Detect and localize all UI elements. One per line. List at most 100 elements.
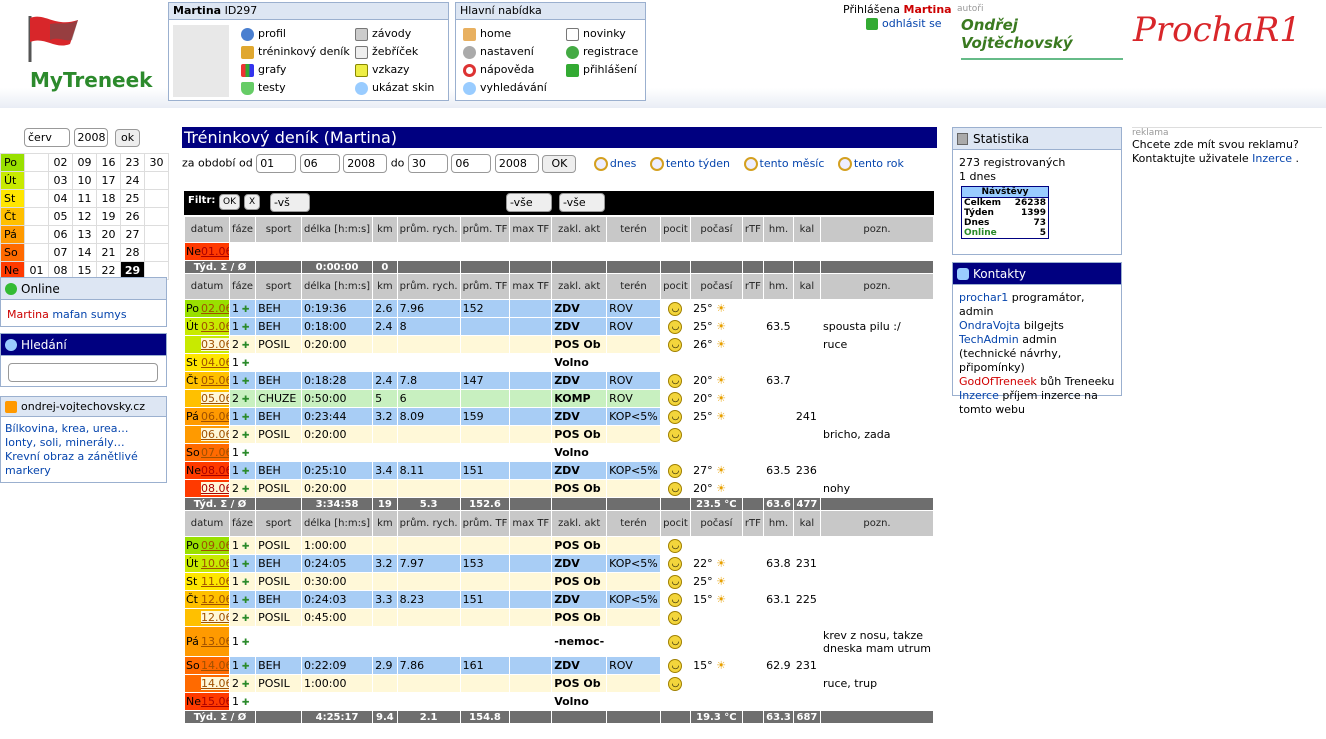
date-link[interactable]: 05.06. — [201, 374, 229, 387]
date-cell[interactable]: 06.06. — [184, 425, 230, 444]
add-icon[interactable]: ✚ — [239, 542, 250, 552]
menu-item-settings[interactable]: nastavení — [463, 43, 547, 61]
date-cell[interactable]: Po09.06. — [184, 536, 230, 555]
date-cell[interactable]: Út03.06. — [184, 317, 230, 336]
date-cell[interactable]: Pá06.06. — [184, 407, 230, 426]
date-link[interactable]: 01.06. — [201, 245, 229, 258]
author2-logo[interactable]: ProchaR1 — [1133, 10, 1301, 50]
table-row[interactable]: Po02.06.1 ✚BEH0:19:362.67.96152ZDVROV◡25… — [184, 299, 935, 318]
to-month-select[interactable]: 06 — [451, 154, 492, 173]
calendar-day[interactable]: 12 — [72, 207, 97, 226]
date-link[interactable]: 14.06. — [201, 677, 229, 690]
table-row[interactable]: 08.06.2 ✚POSIL0:20:00POS Ob◡20° ☀nohy — [184, 479, 935, 498]
logo[interactable]: MyTreneek — [16, 10, 156, 95]
rss-link[interactable]: Ionty, soli, minerály… — [5, 436, 125, 449]
table-row[interactable]: 05.06.2 ✚CHUZE0:50:0056KOMPROV◡20° ☀ — [184, 389, 935, 408]
menu-item-profil[interactable]: profil — [241, 25, 350, 43]
quick-label[interactable]: tento rok — [854, 157, 904, 170]
date-link[interactable]: 11.06. — [201, 575, 229, 588]
date-link[interactable]: 04.06. — [201, 356, 229, 369]
add-icon[interactable]: ✚ — [239, 638, 250, 648]
add-icon[interactable]: ✚ — [239, 680, 250, 690]
logout-label[interactable]: odhlásit se — [882, 17, 942, 30]
period-ok-button[interactable]: OK — [542, 154, 577, 173]
menu-item-zavody[interactable]: závody — [355, 25, 434, 43]
add-icon[interactable]: ✚ — [239, 359, 250, 369]
from-day-select[interactable]: 01 — [256, 154, 297, 173]
date-cell[interactable]: Ne15.06. — [184, 692, 230, 711]
menu-item-search[interactable]: vyhledávání — [463, 79, 547, 97]
date-link[interactable]: 07.06. — [201, 446, 229, 459]
add-icon[interactable]: ✚ — [239, 578, 250, 588]
quick-year[interactable]: tento rok — [837, 156, 904, 171]
author1-logo[interactable]: Ondřej Vojtěchovský — [961, 16, 1123, 60]
table-row[interactable]: So07.06.1 ✚ Volno — [184, 443, 935, 462]
quick-label[interactable]: tento měsíc — [760, 157, 825, 170]
date-cell[interactable]: Ne01.06. — [184, 242, 230, 261]
date-cell[interactable]: Čt12.06. — [184, 590, 230, 609]
add-icon[interactable]: ✚ — [239, 395, 250, 405]
date-link[interactable]: 08.06. — [201, 464, 229, 477]
date-link[interactable]: 15.06. — [201, 695, 229, 708]
contact-name[interactable]: GodOfTreneek — [959, 375, 1037, 388]
quick-label[interactable]: dnes — [610, 157, 636, 170]
date-link[interactable]: 03.06. — [201, 320, 229, 333]
add-icon[interactable]: ✚ — [239, 305, 250, 315]
contact-name[interactable]: Inzerce — [959, 389, 999, 402]
menu-item-help[interactable]: nápověda — [463, 61, 547, 79]
calendar-day[interactable]: 10 — [72, 171, 97, 190]
menu-item-testy[interactable]: testy — [241, 79, 350, 97]
add-icon[interactable]: ✚ — [239, 431, 250, 441]
menu-item-login[interactable]: přihlášení — [566, 61, 638, 79]
menu-item-skin[interactable]: ukázat skin — [355, 79, 434, 97]
quick-today[interactable]: dnes — [593, 156, 636, 171]
add-icon[interactable]: ✚ — [239, 662, 250, 672]
date-cell[interactable]: St11.06. — [184, 572, 230, 591]
table-row[interactable]: Čt12.06.1 ✚BEH0:24:033.38.23151ZDVKOP<5%… — [184, 590, 935, 609]
logout-link[interactable]: odhlásit se — [866, 17, 942, 30]
table-row[interactable]: St11.06.1 ✚POSIL0:30:00POS Ob◡25° ☀ — [184, 572, 935, 591]
calendar-day[interactable]: 24 — [120, 171, 145, 190]
ad-link[interactable]: Inzerce — [1252, 152, 1292, 165]
date-cell[interactable]: 05.06. — [184, 389, 230, 408]
date-cell[interactable]: So14.06. — [184, 656, 230, 675]
filter-teren-select[interactable]: -vše — [559, 193, 605, 212]
rss-link[interactable]: Bílkovina, krea, urea… — [5, 422, 129, 435]
quick-label[interactable]: tento týden — [666, 157, 730, 170]
table-row[interactable]: Ne15.06.1 ✚ Volno — [184, 692, 935, 711]
calendar-day[interactable]: 25 — [120, 189, 145, 208]
calendar-day[interactable]: 09 — [72, 153, 97, 172]
table-row[interactable]: Pá06.06.1 ✚BEH0:23:443.28.09159ZDVKOP<5%… — [184, 407, 935, 426]
from-month-select[interactable]: 06 — [299, 154, 340, 173]
date-link[interactable]: 14.06. — [201, 659, 229, 672]
date-cell[interactable]: 14.06. — [184, 674, 230, 693]
date-cell[interactable]: So07.06. — [184, 443, 230, 462]
contact-name[interactable]: TechAdmin — [959, 333, 1019, 346]
date-link[interactable]: 09.06. — [201, 539, 229, 552]
logged-user[interactable]: Martina — [904, 3, 952, 16]
date-cell[interactable]: Pá13.06. — [184, 626, 230, 657]
date-cell[interactable]: Ne08.06. — [184, 461, 230, 480]
calendar-ok-button[interactable]: ok — [115, 128, 141, 147]
menu-item-home[interactable]: home — [463, 25, 547, 43]
table-row[interactable]: Ne08.06.1 ✚BEH0:25:103.48.11151ZDVKOP<5%… — [184, 461, 935, 480]
menu-item-vzkazy[interactable]: vzkazy — [355, 61, 434, 79]
calendar-day[interactable]: 26 — [120, 207, 145, 226]
calendar-day[interactable]: 11 — [72, 189, 97, 208]
table-row[interactable]: Po09.06.1 ✚POSIL1:00:00POS Ob◡ — [184, 536, 935, 555]
table-row[interactable]: 03.06.2 ✚POSIL0:20:00POS Ob◡26° ☀ruce — [184, 335, 935, 354]
from-year-input[interactable]: 2008 — [343, 154, 388, 173]
filter-sport-select[interactable]: -vš — [270, 193, 310, 212]
calendar-day[interactable]: 16 — [96, 153, 121, 172]
calendar-day[interactable]: 02 — [48, 153, 73, 172]
table-row[interactable]: 06.06.2 ✚POSIL0:20:00POS Ob◡bricho, zada — [184, 425, 935, 444]
calendar-day[interactable]: 23 — [120, 153, 145, 172]
date-link[interactable]: 06.06. — [201, 410, 229, 423]
date-cell[interactable]: Po02.06. — [184, 299, 230, 318]
date-cell[interactable]: 08.06. — [184, 479, 230, 498]
date-link[interactable]: 12.06. — [201, 611, 229, 624]
add-icon[interactable]: ✚ — [239, 485, 250, 495]
date-cell[interactable]: Út10.06. — [184, 554, 230, 573]
to-day-select[interactable]: 30 — [407, 154, 448, 173]
filter-clear-button[interactable]: X — [244, 194, 261, 210]
